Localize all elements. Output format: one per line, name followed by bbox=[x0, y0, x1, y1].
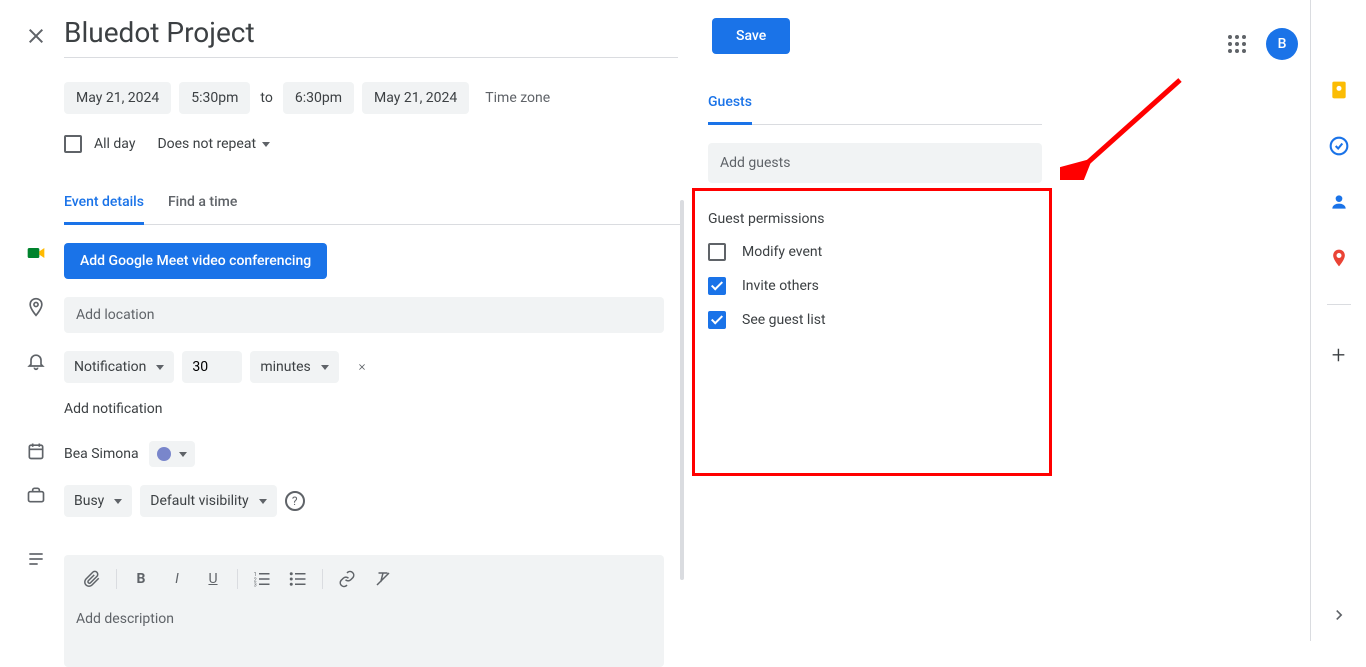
collapse-panel-icon[interactable] bbox=[1329, 605, 1349, 625]
description-textarea[interactable] bbox=[64, 603, 664, 663]
repeat-select[interactable]: Does not repeat bbox=[147, 130, 280, 158]
tab-find-a-time[interactable]: Find a time bbox=[168, 194, 237, 224]
color-dot-icon bbox=[157, 447, 171, 461]
start-date-chip[interactable]: May 21, 2024 bbox=[64, 82, 171, 114]
notification-value-input[interactable] bbox=[182, 351, 242, 383]
scrollbar[interactable] bbox=[680, 200, 684, 580]
calendar-color-select[interactable] bbox=[149, 441, 195, 467]
visibility-select[interactable]: Default visibility bbox=[140, 485, 276, 517]
briefcase-icon bbox=[26, 485, 46, 505]
bold-icon[interactable]: B bbox=[125, 563, 157, 595]
add-meet-button[interactable]: Add Google Meet video conferencing bbox=[64, 243, 327, 279]
guest-permissions-title: Guest permissions bbox=[708, 211, 1058, 227]
link-icon[interactable] bbox=[331, 563, 363, 595]
tasks-icon[interactable] bbox=[1329, 136, 1349, 156]
notification-type-select[interactable]: Notification bbox=[64, 351, 174, 383]
invite-others-label: Invite others bbox=[742, 278, 819, 294]
help-icon[interactable]: ? bbox=[285, 491, 305, 511]
all-day-checkbox[interactable] bbox=[64, 135, 82, 153]
chevron-down-icon bbox=[114, 499, 122, 504]
tab-guests[interactable]: Guests bbox=[708, 94, 752, 125]
start-time-chip[interactable]: 5:30pm bbox=[179, 82, 250, 114]
chevron-down-icon bbox=[156, 365, 164, 370]
calendar-owner-label: Bea Simona bbox=[64, 446, 139, 462]
see-guest-list-label: See guest list bbox=[742, 312, 826, 328]
contacts-icon[interactable] bbox=[1329, 192, 1349, 212]
tab-event-details[interactable]: Event details bbox=[64, 194, 144, 225]
bell-icon bbox=[26, 351, 46, 371]
notification-unit-select[interactable]: minutes bbox=[250, 351, 338, 383]
close-icon[interactable] bbox=[24, 24, 48, 48]
see-guest-list-checkbox[interactable] bbox=[708, 311, 726, 329]
account-avatar[interactable]: B bbox=[1266, 28, 1298, 60]
save-button[interactable]: Save bbox=[712, 18, 790, 54]
modify-event-checkbox[interactable] bbox=[708, 243, 726, 261]
modify-event-label: Modify event bbox=[742, 244, 822, 260]
location-icon bbox=[26, 297, 46, 317]
maps-icon[interactable] bbox=[1329, 248, 1349, 268]
add-notification-link[interactable]: Add notification bbox=[64, 401, 684, 417]
chevron-down-icon bbox=[262, 142, 270, 147]
chevron-down-icon bbox=[259, 499, 267, 504]
all-day-label: All day bbox=[94, 136, 135, 152]
google-apps-icon[interactable] bbox=[1228, 35, 1246, 53]
keep-icon[interactable] bbox=[1329, 80, 1349, 100]
add-guests-input[interactable] bbox=[708, 143, 1042, 183]
timezone-link[interactable]: Time zone bbox=[485, 90, 550, 106]
video-icon bbox=[26, 243, 46, 263]
end-time-chip[interactable]: 6:30pm bbox=[283, 82, 354, 114]
clear-format-icon[interactable] bbox=[367, 563, 399, 595]
attach-icon[interactable] bbox=[76, 563, 108, 595]
underline-icon[interactable]: U bbox=[197, 563, 229, 595]
invite-others-checkbox[interactable] bbox=[708, 277, 726, 295]
busy-select[interactable]: Busy bbox=[64, 485, 132, 517]
chevron-down-icon bbox=[179, 452, 187, 457]
to-label: to bbox=[258, 90, 274, 106]
end-date-chip[interactable]: May 21, 2024 bbox=[362, 82, 469, 114]
add-addon-icon[interactable]: + bbox=[1332, 341, 1346, 369]
chevron-down-icon bbox=[321, 365, 329, 370]
location-input[interactable] bbox=[64, 297, 664, 333]
bullet-list-icon[interactable] bbox=[282, 563, 314, 595]
event-title-input[interactable] bbox=[64, 12, 678, 58]
remove-notification-icon[interactable] bbox=[353, 358, 371, 376]
svg-text:3: 3 bbox=[254, 583, 257, 589]
calendar-icon bbox=[26, 441, 46, 461]
italic-icon[interactable]: I bbox=[161, 563, 193, 595]
description-icon bbox=[26, 549, 46, 569]
numbered-list-icon[interactable]: 123 bbox=[246, 563, 278, 595]
